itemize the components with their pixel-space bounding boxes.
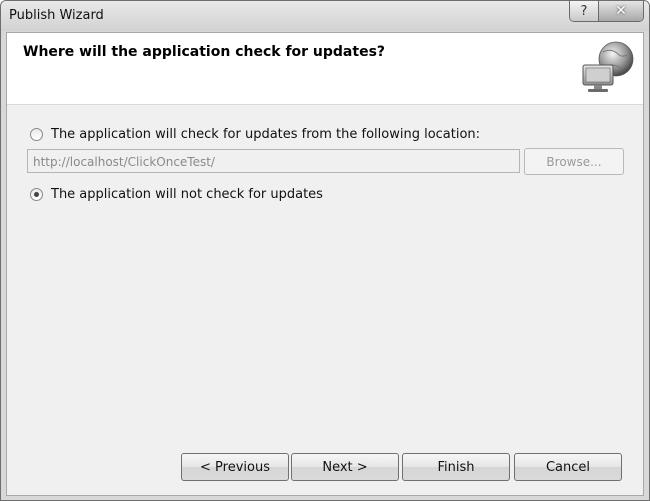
title-bar[interactable]: Publish Wizard ? ✕ [1,1,649,31]
check-location-label: The application will check for updates f… [51,127,481,142]
header-banner: Where will the application check for upd… [7,33,643,105]
close-button[interactable]: ✕ [599,1,643,21]
caption-buttons: ? ✕ [569,1,644,22]
check-location-option[interactable]: The application will check for updates f… [30,127,480,142]
update-location-input[interactable]: http://localhost/ClickOnceTest/ [27,149,520,173]
page-heading: Where will the application check for upd… [23,44,386,60]
close-icon: ✕ [615,3,627,19]
finish-button[interactable]: Finish [402,453,510,481]
check-location-radio[interactable] [30,128,43,141]
previous-button[interactable]: < Previous [181,453,289,481]
help-button[interactable]: ? [570,1,599,21]
no-check-label: The application will not check for updat… [51,187,323,202]
cancel-button[interactable]: Cancel [514,453,622,481]
no-check-radio[interactable] [30,188,43,201]
wizard-page: Where will the application check for upd… [6,32,644,496]
browse-button[interactable]: Browse... [524,148,624,175]
help-icon: ? [580,3,588,19]
computer-globe-icon [582,41,634,92]
next-button[interactable]: Next > [291,453,399,481]
no-check-option[interactable]: The application will not check for updat… [30,187,323,202]
publish-wizard-window: Publish Wizard ? ✕ Where will the applic… [0,0,650,501]
window-title: Publish Wizard [9,8,104,23]
